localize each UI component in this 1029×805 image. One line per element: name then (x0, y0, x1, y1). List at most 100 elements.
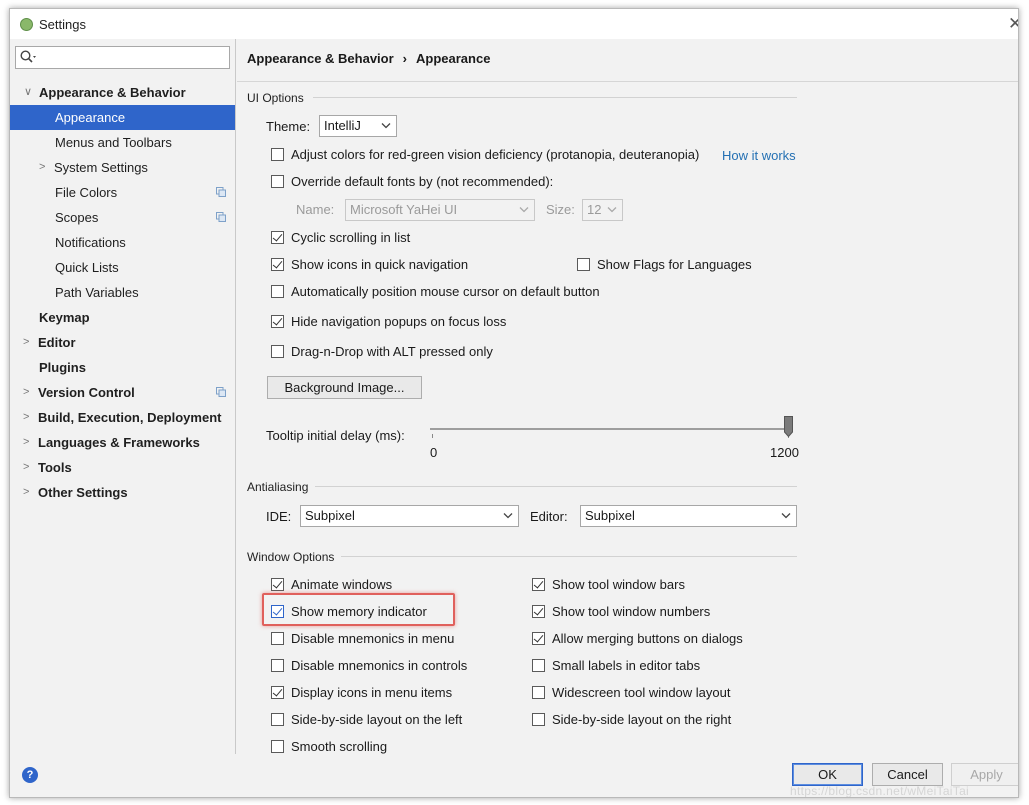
close-icon[interactable]: ✕ (1008, 14, 1018, 34)
checkbox-box (532, 604, 545, 618)
chevron-right-icon[interactable]: > (23, 380, 29, 405)
sidebar-item-label: Quick Lists (55, 260, 119, 275)
cyclic-scrolling-checkbox[interactable]: Cyclic scrolling in list (271, 229, 410, 245)
editor-aa-label: Editor: (530, 509, 568, 524)
search-input[interactable] (15, 46, 230, 69)
sidebar-item-menus-toolbars[interactable]: Menus and Toolbars (10, 130, 235, 155)
chevron-right-icon[interactable]: > (39, 155, 45, 180)
cancel-button[interactable]: Cancel (872, 763, 943, 786)
slider-tick (432, 434, 433, 438)
sidebar-item-languages-frameworks[interactable]: > Languages & Frameworks (10, 430, 235, 455)
chevron-down-icon (607, 207, 617, 213)
breadcrumb-separator: › (402, 51, 408, 66)
drag-n-drop-checkbox[interactable]: Drag-n-Drop with ALT pressed only (271, 343, 493, 359)
dialog-footer: ? OK Cancel Apply https://blog.csdn.net/… (10, 754, 1018, 798)
sidebar-item-label: Appearance (55, 110, 126, 125)
sidebar-item-appearance[interactable]: Appearance (10, 105, 235, 130)
show-icons-quick-nav-checkbox[interactable]: Show icons in quick navigation (271, 256, 468, 272)
tooltip-delay-label: Tooltip initial delay (ms): (266, 428, 405, 443)
sidebar-item-version-control[interactable]: > Version Control (10, 380, 235, 405)
theme-select[interactable]: IntelliJ (319, 115, 397, 137)
background-image-button[interactable]: Background Image... (267, 376, 422, 399)
chevron-right-icon[interactable]: > (23, 430, 29, 455)
checkbox-label: Show Flags for Languages (597, 256, 752, 272)
window-title: Settings (39, 17, 86, 32)
help-icon[interactable]: ? (22, 767, 38, 783)
slider-track (430, 428, 789, 430)
disable-mnemonics-controls-checkbox[interactable]: Disable mnemonics in controls (271, 657, 467, 673)
editor-aa-value: Subpixel (585, 508, 635, 523)
slider-thumb[interactable] (784, 416, 793, 437)
show-tool-window-numbers-checkbox[interactable]: Show tool window numbers (532, 603, 710, 619)
apply-button[interactable]: Apply (951, 763, 1018, 786)
sidebar-item-keymap[interactable]: Keymap (10, 305, 235, 330)
display-icons-menu-checkbox[interactable]: Display icons in menu items (271, 684, 452, 700)
checkbox-label: Cyclic scrolling in list (291, 229, 411, 245)
sidebar-item-file-colors[interactable]: File Colors (10, 180, 235, 205)
sidebar-item-tools[interactable]: > Tools (10, 455, 235, 480)
sidebar-item-plugins[interactable]: Plugins (10, 355, 235, 380)
title-bar: Settings ✕ (10, 9, 1018, 39)
checkbox-label: Automatically position mouse cursor on d… (291, 283, 600, 299)
font-size-select[interactable]: 12 (582, 199, 623, 221)
chevron-right-icon[interactable]: > (23, 455, 29, 480)
checkbox-label: Hide navigation popups on focus loss (291, 313, 507, 329)
sidebar-item-appearance-behavior[interactable]: ∨ Appearance & Behavior (10, 80, 235, 105)
checkbox-box (271, 230, 284, 244)
show-flags-checkbox[interactable]: Show Flags for Languages (577, 256, 752, 272)
sidebar-item-editor[interactable]: > Editor (10, 330, 235, 355)
chevron-down-icon (503, 513, 513, 519)
chevron-right-icon[interactable]: > (23, 330, 29, 355)
ide-aa-select[interactable]: Subpixel (300, 505, 519, 527)
chevron-right-icon[interactable]: > (23, 405, 29, 430)
sidebar-item-scopes[interactable]: Scopes (10, 205, 235, 230)
sidebar-item-quick-lists[interactable]: Quick Lists (10, 255, 235, 280)
checkbox-box (532, 712, 545, 726)
checkbox-box (271, 658, 284, 672)
checkbox-label: Disable mnemonics in menu (291, 630, 455, 646)
window-options-title: Window Options (247, 550, 335, 564)
show-memory-indicator-checkbox[interactable]: Show memory indicator (271, 603, 427, 619)
checkbox-box (532, 658, 545, 672)
how-it-works-link[interactable]: How it works (722, 148, 796, 163)
sidebar-item-system-settings[interactable]: > System Settings (10, 155, 235, 180)
checkbox-label: Small labels in editor tabs (552, 657, 701, 673)
sidebar-item-label: Languages & Frameworks (38, 435, 200, 450)
side-by-side-left-checkbox[interactable]: Side-by-side layout on the left (271, 711, 462, 727)
editor-aa-select[interactable]: Subpixel (580, 505, 797, 527)
checkbox-label: Show tool window numbers (552, 603, 711, 619)
checkbox-label: Animate windows (291, 576, 393, 592)
sidebar-item-path-variables[interactable]: Path Variables (10, 280, 235, 305)
ok-button[interactable]: OK (792, 763, 863, 786)
sidebar-item-other-settings[interactable]: > Other Settings (10, 480, 235, 505)
chevron-down-icon (519, 207, 529, 213)
override-fonts-checkbox[interactable]: Override default fonts by (not recommend… (271, 173, 553, 189)
chevron-right-icon[interactable]: > (23, 480, 29, 505)
font-name-select[interactable]: Microsoft YaHei UI (345, 199, 535, 221)
widescreen-layout-checkbox[interactable]: Widescreen tool window layout (532, 684, 730, 700)
adjust-colors-checkbox[interactable]: Adjust colors for red-green vision defic… (271, 146, 699, 162)
animate-windows-checkbox[interactable]: Animate windows (271, 576, 392, 592)
checkbox-label: Show memory indicator (291, 603, 427, 619)
smooth-scrolling-checkbox[interactable]: Smooth scrolling (271, 738, 387, 754)
allow-merging-buttons-checkbox[interactable]: Allow merging buttons on dialogs (532, 630, 743, 646)
checkbox-label: Override default fonts by (not recommend… (291, 173, 554, 189)
section-divider (313, 97, 797, 98)
show-tool-window-bars-checkbox[interactable]: Show tool window bars (532, 576, 685, 592)
section-divider (315, 486, 797, 487)
watermark-text: https://blog.csdn.net/wMeiTaiTai (790, 784, 970, 798)
auto-mouse-checkbox[interactable]: Automatically position mouse cursor on d… (271, 283, 600, 299)
small-labels-editor-tabs-checkbox[interactable]: Small labels in editor tabs (532, 657, 700, 673)
disable-mnemonics-menu-checkbox[interactable]: Disable mnemonics in menu (271, 630, 454, 646)
checkbox-box (271, 284, 284, 298)
hide-nav-popups-checkbox[interactable]: Hide navigation popups on focus loss (271, 313, 506, 329)
checkbox-box (271, 685, 284, 699)
sidebar-item-label: Tools (38, 460, 72, 475)
side-by-side-right-checkbox[interactable]: Side-by-side layout on the right (532, 711, 731, 727)
checkbox-box (271, 604, 284, 618)
checkbox-label: Side-by-side layout on the right (552, 711, 732, 727)
chevron-down-icon[interactable]: ∨ (24, 80, 32, 105)
sidebar-item-label: Other Settings (38, 485, 128, 500)
sidebar-item-build-execution-deployment[interactable]: > Build, Execution, Deployment (10, 405, 235, 430)
sidebar-item-notifications[interactable]: Notifications (10, 230, 235, 255)
